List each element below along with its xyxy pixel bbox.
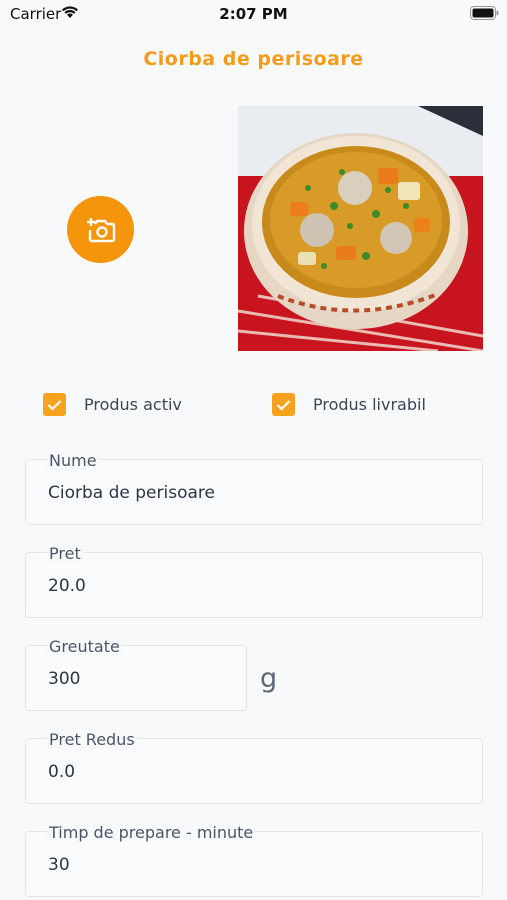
discount-price-field-label: Pret Redus [47, 730, 137, 749]
page-title: Ciorba de perisoare [143, 48, 364, 70]
price-field-value[interactable]: 20.0 [48, 576, 86, 596]
prep-time-field-label: Timp de prepare - minute [47, 823, 256, 842]
soup-bowl-image [238, 106, 483, 351]
prep-time-field[interactable]: Timp de prepare - minute 30 [25, 824, 483, 897]
weight-unit-label: g [260, 663, 278, 694]
price-field-label: Pret [47, 544, 83, 563]
checkbox-checked-icon [43, 393, 66, 416]
prep-time-field-value[interactable]: 30 [48, 855, 70, 875]
name-field-value[interactable]: Ciorba de perisoare [48, 483, 215, 503]
price-field[interactable]: Pret 20.0 [25, 545, 483, 618]
checkbox-produs-livrabil[interactable]: Produs livrabil [272, 393, 426, 416]
weight-field-label: Greutate [47, 637, 122, 656]
product-photo[interactable] [238, 106, 483, 351]
name-field[interactable]: Nume Ciorba de perisoare [25, 452, 483, 525]
add-photo-camera-icon [86, 217, 115, 242]
discount-price-field-value[interactable]: 0.0 [48, 762, 75, 782]
checkbox-label-deliverable: Produs livrabil [313, 395, 426, 414]
weight-field-value[interactable]: 300 [48, 669, 80, 689]
checkbox-checked-icon [272, 393, 295, 416]
checkbox-produs-activ[interactable]: Produs activ [43, 393, 182, 416]
discount-price-field[interactable]: Pret Redus 0.0 [25, 731, 483, 804]
status-bar: Carrier 2:07 PM [0, 0, 507, 28]
weight-field[interactable]: Greutate 300 [25, 638, 247, 711]
battery-icon [470, 6, 499, 20]
name-field-label: Nume [47, 451, 99, 470]
checkbox-label-active: Produs activ [84, 395, 182, 414]
add-photo-button[interactable] [67, 196, 134, 263]
status-time: 2:07 PM [219, 5, 288, 23]
